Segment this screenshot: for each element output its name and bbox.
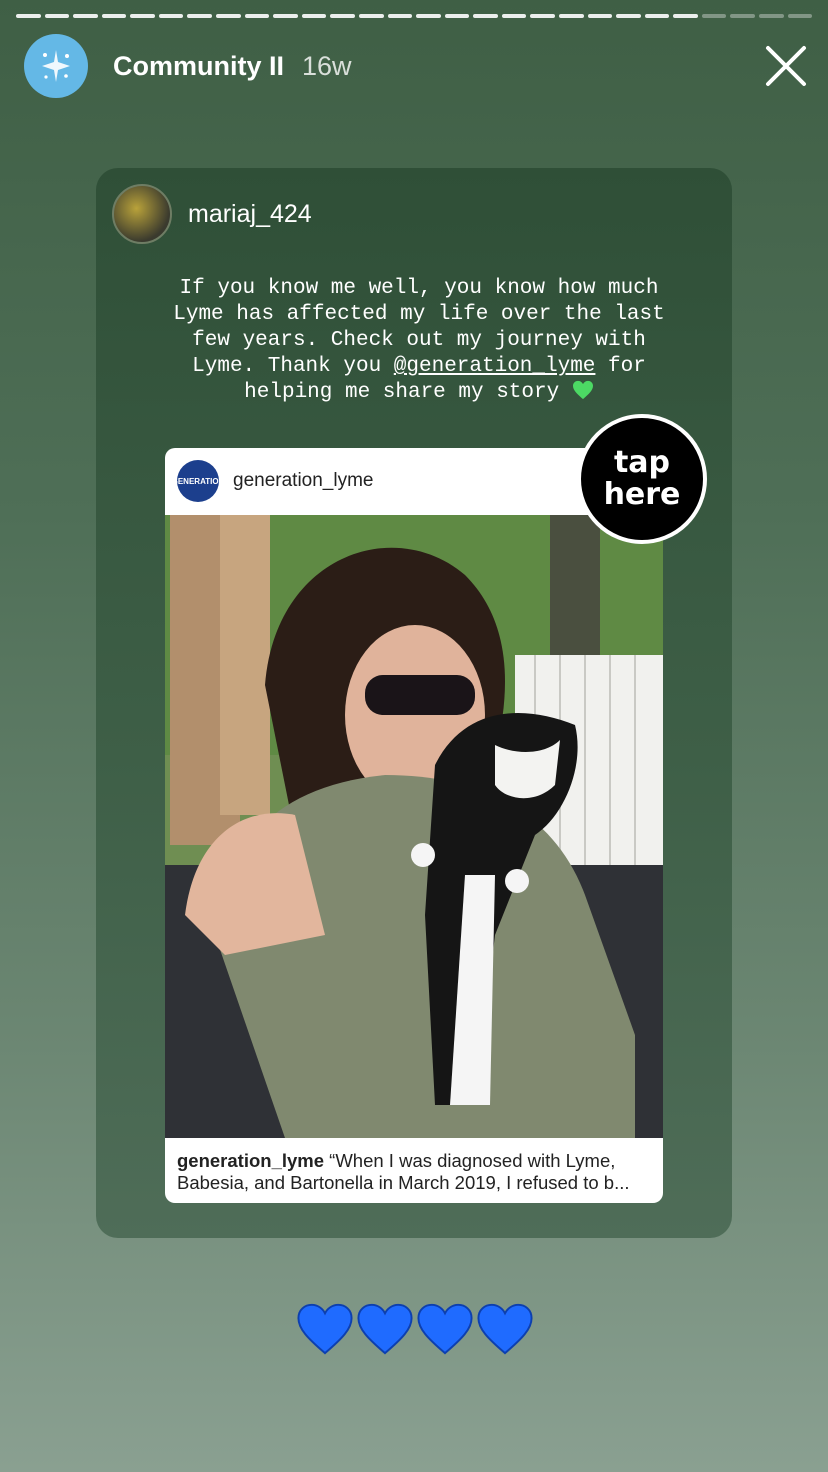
progress-segment [530, 14, 555, 18]
post-photo[interactable] [165, 515, 663, 1138]
caption-text: for [595, 355, 646, 378]
progress-segment [330, 14, 355, 18]
progress-segment [673, 14, 698, 18]
progress-segment [787, 14, 813, 18]
blue-hearts [296, 1300, 534, 1358]
progress-segment [587, 14, 613, 18]
caption-line: few years. Check out my journey with [192, 329, 646, 352]
progress-segment [101, 14, 127, 18]
progress-segment [216, 14, 241, 18]
progress-segment [416, 14, 441, 18]
close-icon[interactable] [764, 44, 808, 88]
progress-segment [558, 14, 584, 18]
progress-segment [273, 14, 298, 18]
progress-segment [644, 14, 670, 18]
blue-heart-icon [477, 1303, 533, 1355]
progress-segment [244, 14, 270, 18]
progress-segment [387, 14, 413, 18]
sticker-line: tap [613, 445, 671, 480]
blue-heart-icon [357, 1303, 413, 1355]
caption-text: helping me share my story [244, 381, 560, 404]
progress-segment [73, 14, 98, 18]
progress-segment [759, 14, 784, 18]
caption-line: If you know me well, you know how much [179, 277, 659, 300]
logo-text: GENERATION [171, 476, 225, 486]
story-progress-bar [16, 14, 813, 18]
generation-lyme-logo[interactable]: GENERATION [172, 460, 224, 502]
story-timestamp: 16w [302, 50, 352, 81]
progress-segment [473, 14, 498, 18]
post-caption: generation_lyme “When I was diagnosed wi… [165, 1138, 663, 1194]
story-author[interactable]: mariaj_424 [112, 184, 312, 244]
blue-heart-icon [417, 1303, 473, 1355]
mention-link[interactable]: @generation_lyme [394, 355, 596, 378]
progress-segment [730, 14, 756, 18]
progress-segment [16, 14, 41, 18]
progress-segment [44, 14, 70, 18]
caption-line: Lyme has affected my life over the last [173, 303, 665, 326]
post-username[interactable]: generation_lyme [233, 470, 373, 492]
green-heart-icon [572, 380, 593, 400]
shared-post[interactable]: GENERATION generation_lyme generation_ly… [165, 448, 663, 1203]
sticker-line: here [603, 477, 681, 512]
sparkle-icon [42, 50, 70, 82]
progress-segment [444, 14, 470, 18]
author-username: mariaj_424 [188, 199, 312, 228]
caption-text: Lyme. Thank you [192, 355, 394, 378]
progress-segment [701, 14, 727, 18]
progress-segment [158, 14, 184, 18]
story-header: Community II 16w [24, 34, 808, 98]
shared-story-card[interactable]: mariaj_424 If you know me well, you know… [96, 168, 732, 1238]
progress-segment [616, 14, 641, 18]
progress-segment [130, 14, 155, 18]
progress-segment [187, 14, 213, 18]
blue-heart-icon [297, 1303, 353, 1355]
photo-illustration [165, 515, 663, 1138]
author-avatar [112, 184, 172, 244]
community-avatar[interactable] [24, 34, 88, 98]
story-title[interactable]: Community II [113, 51, 284, 82]
progress-segment [301, 14, 327, 18]
progress-segment [358, 14, 384, 18]
tap-here-sticker[interactable]: tap here [577, 414, 707, 544]
caption-line: Lyme. Thank you @generation_lyme for [136, 354, 702, 380]
caption-username[interactable]: generation_lyme [177, 1150, 324, 1171]
caption-line: helping me share my story [136, 380, 702, 406]
story-caption: If you know me well, you know how much L… [136, 276, 702, 406]
progress-segment [501, 14, 527, 18]
